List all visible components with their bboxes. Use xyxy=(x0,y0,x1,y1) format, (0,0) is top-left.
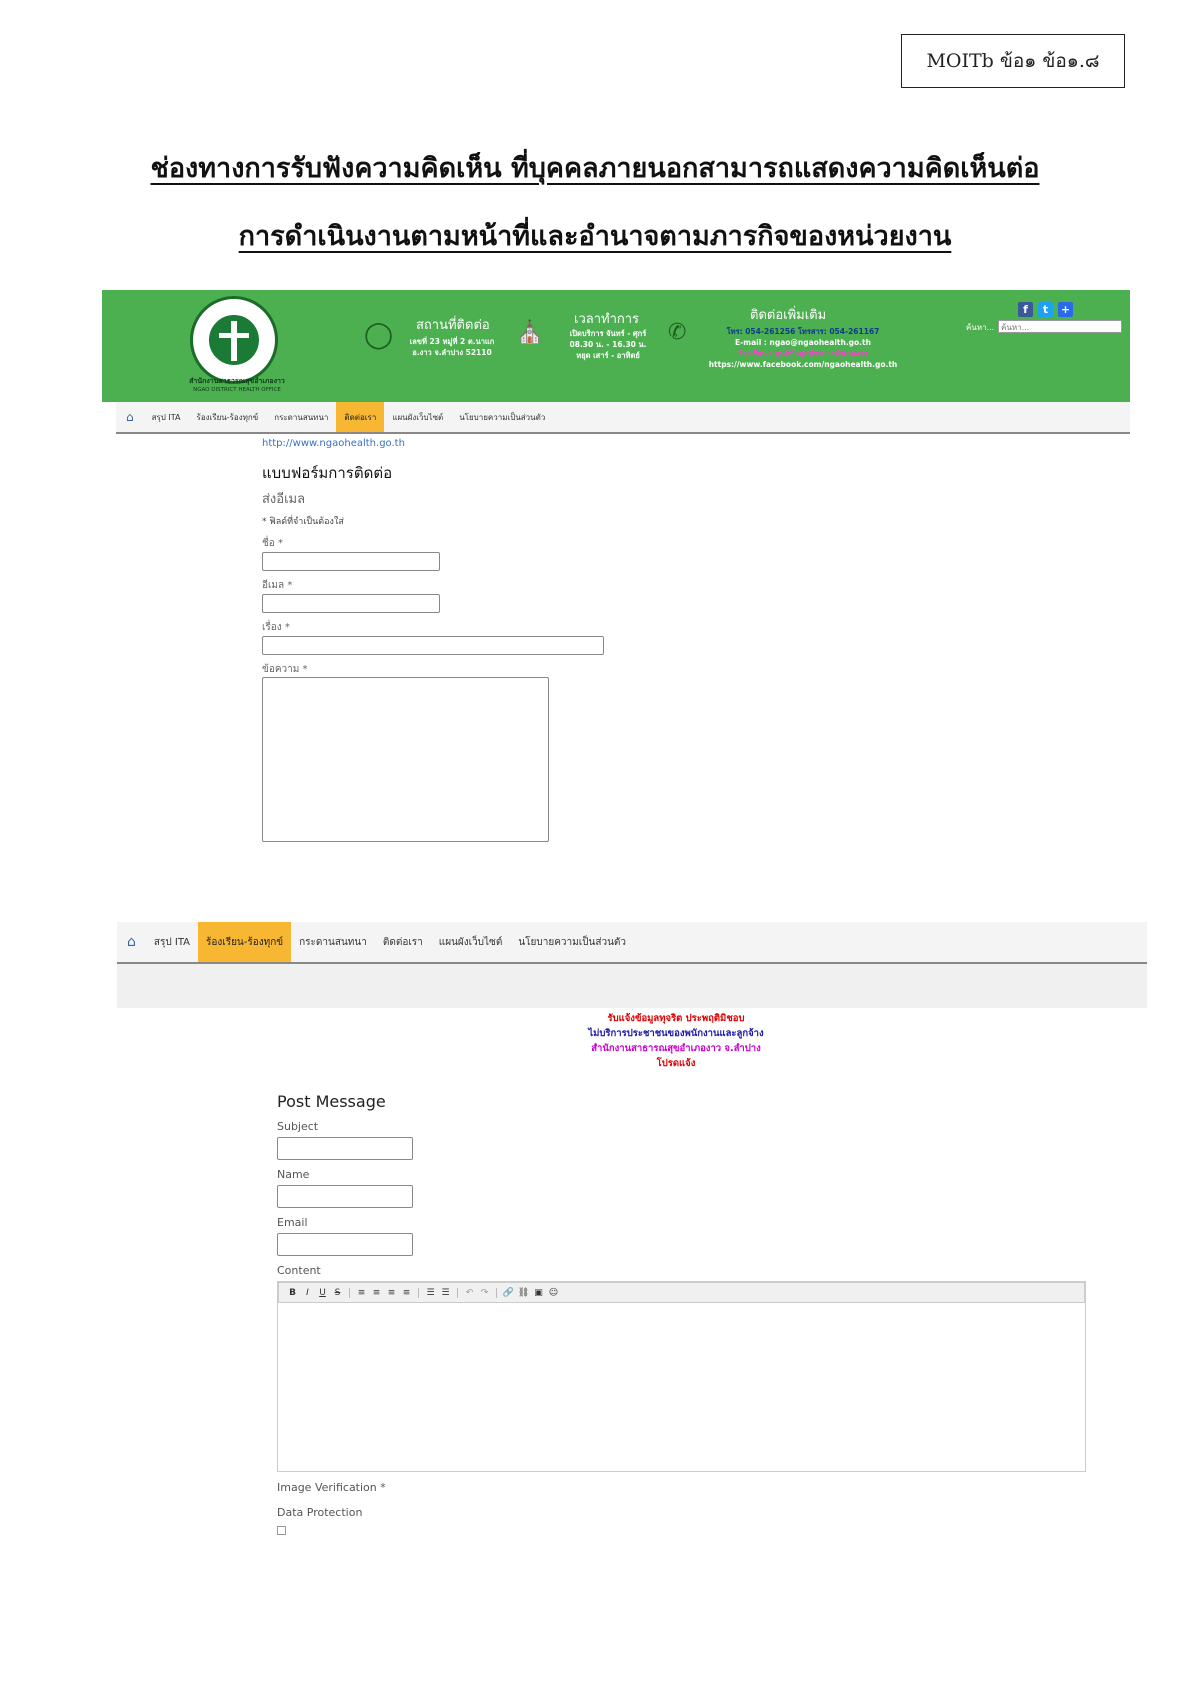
post-message-heading: Post Message xyxy=(277,1092,386,1111)
emoji-icon[interactable]: ☺ xyxy=(546,1288,561,1298)
office-name-en: NGAO DISTRICT HEALTH OFFICE xyxy=(193,387,281,393)
ministry-emblem-logo xyxy=(190,296,278,384)
document-title-line-1: ช่องทางการรับฟังความคิดเห็น ที่บุคคลภายน… xyxy=(150,153,1040,184)
contact-form-subheading: ส่งอีเมล xyxy=(262,492,306,507)
align-center-icon[interactable]: ≡ xyxy=(369,1288,384,1298)
phone-icon: ✆ xyxy=(668,320,687,345)
main-nav-bar-2: ⌂ สรุป ITA ร้องเรียน-ร้องทุกข์ กระดานสนท… xyxy=(117,922,1147,964)
contact-form-heading: แบบฟอร์มการติดต่อ xyxy=(262,464,393,482)
office-name-th: สำนักงานสาธารณสุขอำเภองาว xyxy=(189,377,285,385)
notice-line-2: ไม่บริการประชาชนของพนักงานและลูกจ้าง xyxy=(588,1028,764,1039)
search-label: ค้นหา... xyxy=(966,323,995,332)
data-protection-checkbox[interactable] xyxy=(277,1526,286,1535)
pm-name-label: Name xyxy=(277,1168,310,1181)
location-line-2: อ.งาว จ.ลำปาง 52110 xyxy=(412,348,492,357)
nav-item-contact[interactable]: ติดต่อเรา xyxy=(375,922,431,962)
bullet-list-icon[interactable]: ☰ xyxy=(423,1288,438,1298)
subject-label: เรื่อง * xyxy=(262,622,290,633)
nav-item-ita[interactable]: สรุป ITA xyxy=(146,922,198,962)
image-icon[interactable]: ▣ xyxy=(531,1288,546,1298)
document-title-line-2: การดำเนินงานตามหน้าที่และอำนาจตามภารกิจข… xyxy=(238,221,952,252)
editor-toolbar: B I U S ≡ ≡ ≡ ≡ ☰ ☰ ↶ ↷ 🔗 ⛓ ▣ ☺ xyxy=(278,1282,1085,1303)
contact-facebook-url[interactable]: https://www.facebook.com/ngaohealth.go.t… xyxy=(698,359,908,370)
search-input[interactable]: ค้นหา... xyxy=(998,320,1122,333)
image-verification-label: Image Verification * xyxy=(277,1481,386,1494)
nav-item-contact[interactable]: ติดต่อเรา xyxy=(336,402,385,432)
location-line-1: เลขที่ 23 หมู่ที่ 2 ต.นาแก xyxy=(409,337,495,346)
pm-email-input[interactable] xyxy=(277,1233,413,1256)
italic-button[interactable]: I xyxy=(300,1288,315,1298)
contact-phone: โทร: 054-261256 โทรสาร: 054-261167 xyxy=(726,327,880,336)
email-label: อีเมล * xyxy=(262,580,293,591)
share-plus-icon[interactable]: + xyxy=(1058,302,1073,317)
hours-line-2: 08.30 น. - 16.30 น. xyxy=(569,340,647,349)
notice-line-1: รับแจ้งข้อมูลทุจริต ประพฤติมิชอบ xyxy=(607,1013,745,1024)
content-gray-strip xyxy=(117,964,1147,1008)
redo-icon[interactable]: ↷ xyxy=(477,1288,492,1298)
nav-item-sitemap[interactable]: แผนผังเว็บไซต์ xyxy=(384,402,451,432)
notice-line-3: สำนักงานสาธารณสุขอำเภองาว จ.ลำปาง xyxy=(591,1043,761,1054)
nav-item-webboard[interactable]: กระดานสนทนา xyxy=(291,922,375,962)
nav-item-sitemap[interactable]: แผนผังเว็บไซต์ xyxy=(431,922,511,962)
underline-button[interactable]: U xyxy=(315,1288,330,1298)
pm-subject-input[interactable] xyxy=(277,1137,413,1160)
main-nav-bar: ⌂ สรุป ITA ร้องเรียน-ร้องทุกข์ กระดานสนท… xyxy=(116,402,1130,434)
nav-item-privacy[interactable]: นโยบายความเป็นส่วนตัว xyxy=(510,922,634,962)
subject-field[interactable] xyxy=(262,636,604,655)
location-title: สถานที่ติดต่อ xyxy=(416,318,490,333)
contact-title: ติดต่อเพิ่มเติม xyxy=(750,308,827,323)
twitter-icon[interactable]: t xyxy=(1038,302,1053,317)
location-pin-icon: ◯ xyxy=(364,320,394,350)
content-editor[interactable]: B I U S ≡ ≡ ≡ ≡ ☰ ☰ ↶ ↷ 🔗 ⛓ ▣ ☺ xyxy=(277,1281,1086,1472)
strikethrough-button[interactable]: S xyxy=(330,1288,345,1298)
nav-item-complaint[interactable]: ร้องเรียน-ร้องทุกข์ xyxy=(189,402,267,432)
pm-name-input[interactable] xyxy=(277,1185,413,1208)
hours-title: เวลาทำการ xyxy=(574,312,640,327)
unlink-icon[interactable]: ⛓ xyxy=(516,1288,531,1298)
document-code-box: MOITb ข้อ๑ ข้อ๑.๘ xyxy=(901,34,1125,88)
building-icon: ⛪ xyxy=(516,320,544,345)
align-left-icon[interactable]: ≡ xyxy=(354,1288,369,1298)
numbered-list-icon[interactable]: ☰ xyxy=(438,1288,453,1298)
facebook-icon[interactable]: f xyxy=(1018,302,1033,317)
pm-content-label: Content xyxy=(277,1264,321,1277)
data-protection-label: Data Protection xyxy=(277,1506,363,1519)
hours-line-1: เปิดบริการ จันทร์ - ศุกร์ xyxy=(569,329,647,338)
notice-line-4: โปรดแจ้ง xyxy=(656,1058,696,1069)
nav-item-webboard[interactable]: กระดานสนทนา xyxy=(266,402,336,432)
undo-icon[interactable]: ↶ xyxy=(462,1288,477,1298)
nav-item-ita[interactable]: สรุป ITA xyxy=(144,402,189,432)
bold-button[interactable]: B xyxy=(285,1288,300,1298)
align-justify-icon[interactable]: ≡ xyxy=(399,1288,414,1298)
home-icon[interactable]: ⌂ xyxy=(116,402,144,432)
hours-line-3: หยุด เสาร์ - อาทิตย์ xyxy=(576,351,640,360)
email-field[interactable] xyxy=(262,594,440,613)
home-icon[interactable]: ⌂ xyxy=(117,922,146,962)
pm-subject-label: Subject xyxy=(277,1120,319,1133)
name-field[interactable] xyxy=(262,552,440,571)
message-label: ข้อความ * xyxy=(262,664,308,675)
name-label: ชื่อ * xyxy=(262,538,283,549)
contact-email: E-mail : ngao@ngaohealth.go.th xyxy=(735,338,871,347)
align-right-icon[interactable]: ≡ xyxy=(384,1288,399,1298)
nav-item-complaint[interactable]: ร้องเรียน-ร้องทุกข์ xyxy=(198,922,292,962)
message-textarea[interactable] xyxy=(262,677,549,842)
site-url-link[interactable]: http://www.ngaohealth.go.th xyxy=(262,438,405,449)
pm-email-label: Email xyxy=(277,1216,308,1229)
link-icon[interactable]: 🔗 xyxy=(501,1288,516,1298)
nav-item-privacy[interactable]: นโยบายความเป็นส่วนตัว xyxy=(451,402,553,432)
contact-complaint-line: ร้องเรียน : ศูนย์ข้อมูลข่าวสารอำเภองาว xyxy=(738,349,868,358)
site-header-banner: สำนักงานสาธารณสุขอำเภองาว NGAO DISTRICT … xyxy=(102,290,1130,402)
required-note: * ฟิลด์ที่จำเป็นต้องใส่ xyxy=(262,517,344,527)
